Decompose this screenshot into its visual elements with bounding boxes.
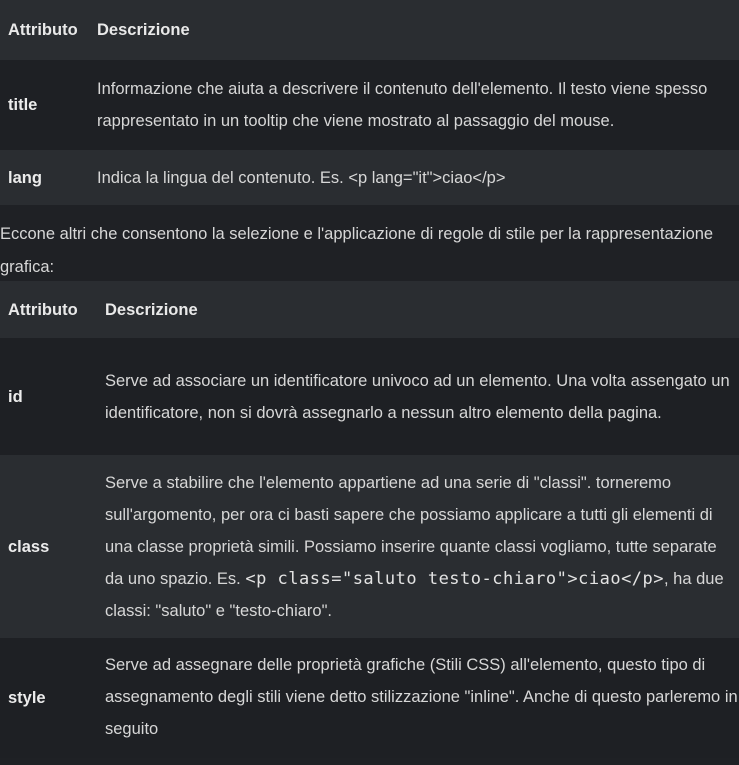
description-text: Serve ad assegnare delle proprietà grafi… xyxy=(105,656,738,738)
table-header-row: Attributo Descrizione xyxy=(0,281,739,338)
header-description: Descrizione xyxy=(97,281,739,338)
table-row: class Serve a stabilire che l'elemento a… xyxy=(0,455,739,638)
attributes-table-style: Attributo Descrizione id Serve ad associ… xyxy=(0,281,739,758)
attribute-name-style: style xyxy=(0,638,97,758)
header-description: Descrizione xyxy=(89,0,739,60)
attribute-description-id: Serve ad associare un identificatore uni… xyxy=(97,338,739,455)
table-row: style Serve ad assegnare delle proprietà… xyxy=(0,638,739,758)
attribute-description-title: Informazione che aiuta a descrivere il c… xyxy=(89,60,739,150)
attribute-description-class: Serve a stabilire che l'elemento apparti… xyxy=(97,455,739,638)
table-row: title Informazione che aiuta a descriver… xyxy=(0,60,739,150)
table-header-row: Attributo Descrizione xyxy=(0,0,739,60)
attribute-description-style: Serve ad assegnare delle proprietà grafi… xyxy=(97,638,739,758)
table-row: id Serve ad associare un identificatore … xyxy=(0,338,739,455)
attribute-name-title: title xyxy=(0,60,89,150)
attribute-description-lang: Indica la lingua del contenuto. Es. <p l… xyxy=(89,150,739,205)
attributes-table-general: Attributo Descrizione title Informazione… xyxy=(0,0,739,205)
intro-paragraph: Eccone altri che consentono la selezione… xyxy=(0,225,714,276)
attribute-name-lang: lang xyxy=(0,150,89,205)
attribute-name-id: id xyxy=(0,338,97,455)
table-row: lang Indica la lingua del contenuto. Es.… xyxy=(0,150,739,205)
code-example: <p class="saluto testo-chiaro">ciao</p> xyxy=(245,568,665,589)
header-attribute: Attributo xyxy=(0,281,97,338)
header-attribute: Attributo xyxy=(0,0,89,60)
attribute-name-class: class xyxy=(0,455,97,638)
